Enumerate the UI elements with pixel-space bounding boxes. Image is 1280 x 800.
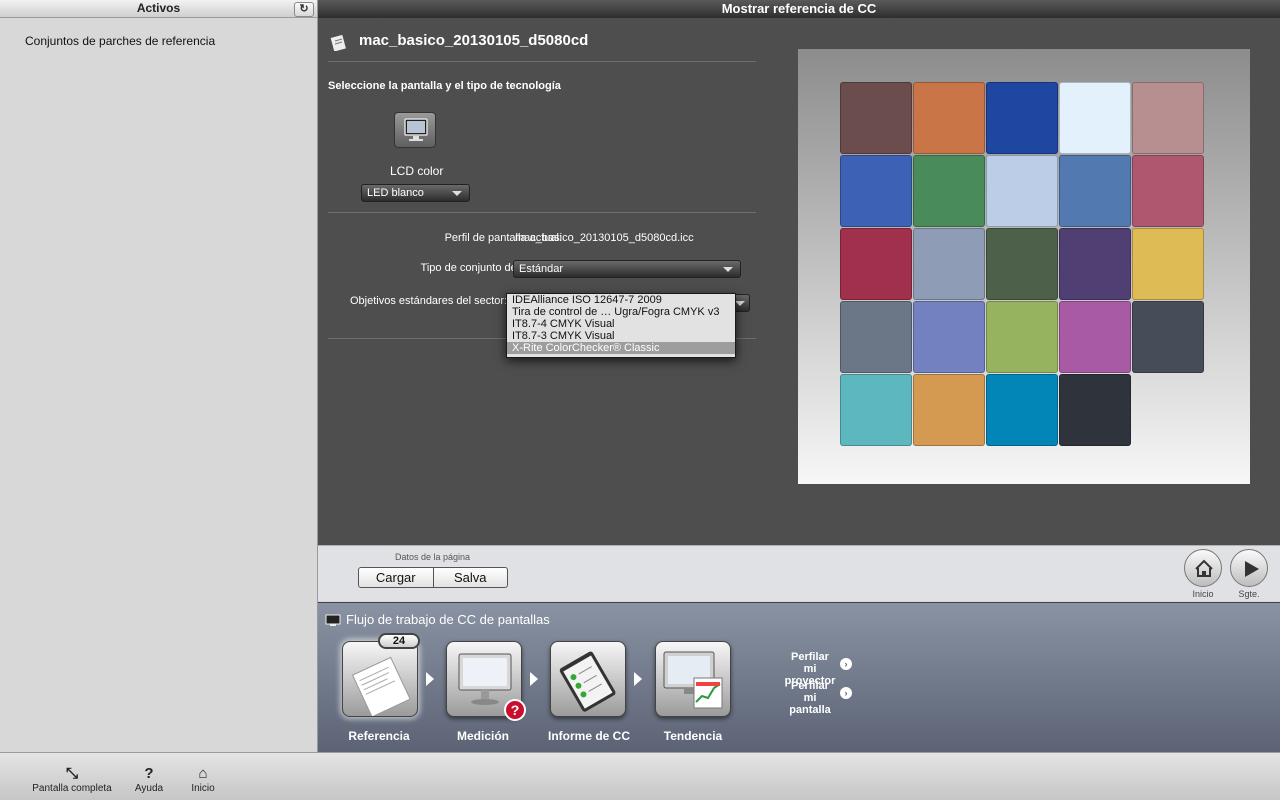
chevron-right-icon <box>426 672 434 686</box>
chevron-right-icon <box>634 672 642 686</box>
home-label: Inicio <box>1192 589 1214 599</box>
home-button[interactable] <box>1184 549 1222 587</box>
color-patch <box>986 155 1058 227</box>
patch-set-value: Estándar <box>519 263 564 275</box>
color-patch <box>840 374 912 446</box>
warning-question-icon: ? <box>504 699 526 721</box>
section-label: Seleccione la pantalla y el tipo de tecn… <box>328 80 561 92</box>
window-title: Mostrar referencia de CC <box>318 0 1280 18</box>
step-label-qc-report: Informe de CC <box>547 729 630 743</box>
color-patch <box>840 82 912 154</box>
monitor-button[interactable] <box>394 112 436 148</box>
chevron-down-icon <box>452 191 462 196</box>
menu-item[interactable]: IDEAlliance ISO 12647-7 2009 <box>507 294 735 306</box>
industry-targets-menu: IDEAlliance ISO 12647-7 2009 Tira de con… <box>506 293 736 358</box>
play-icon <box>1245 561 1259 577</box>
expand-icon: ⤡ <box>65 765 78 782</box>
refresh-icon[interactable]: ↻ <box>294 2 314 17</box>
divider <box>328 61 756 62</box>
color-patch <box>1132 82 1204 154</box>
color-checker-preview <box>798 49 1250 484</box>
divider <box>328 212 756 213</box>
home-icon: ⌂ <box>198 765 208 782</box>
home-toolbar-button[interactable]: ⌂ Inicio <box>188 765 218 794</box>
chevron-down-icon <box>723 267 733 272</box>
step-label-measurement: Medición <box>456 729 509 743</box>
color-patch <box>986 374 1058 446</box>
chevron-down-icon <box>735 301 745 306</box>
color-patch <box>1059 301 1131 373</box>
step-trend[interactable] <box>655 641 731 717</box>
display-type-label: LCD color <box>390 164 444 178</box>
step-label-trend: Tendencia <box>663 729 723 743</box>
sidebar-item-reference-patch-sets[interactable]: Conjuntos de parches de referencia <box>25 34 215 48</box>
color-patch <box>986 82 1058 154</box>
assets-header: Activos ↻ <box>0 0 317 18</box>
trend-chart-icon <box>663 651 723 709</box>
patch-set-dropdown[interactable]: Estándar <box>513 260 741 278</box>
color-patch <box>1059 82 1131 154</box>
step-reference[interactable] <box>342 641 418 717</box>
menu-item[interactable]: IT8.7-3 CMYK Visual <box>507 330 735 342</box>
reference-document-icon <box>351 656 411 716</box>
color-patch <box>1132 301 1204 373</box>
menu-item[interactable]: IT8.7-4 CMYK Visual <box>507 318 735 330</box>
arrow-right-icon[interactable]: › <box>840 687 852 699</box>
color-patch <box>913 301 985 373</box>
help-label: Ayuda <box>134 783 164 794</box>
color-patch <box>1132 155 1204 227</box>
color-patch <box>840 155 912 227</box>
next-button[interactable] <box>1230 549 1268 587</box>
current-profile-value: mac_basico_20130105_d5080cd.icc <box>515 232 694 244</box>
workflow-title: Flujo de trabajo de CC de pantallas <box>346 612 550 627</box>
color-patch <box>840 301 912 373</box>
arrow-right-icon[interactable]: › <box>840 658 852 670</box>
bottom-toolbar: ⤡ Pantalla completa ? Ayuda ⌂ Inicio <box>0 752 1280 800</box>
load-button[interactable]: Cargar <box>359 568 433 587</box>
question-icon: ? <box>144 765 154 782</box>
step-qc-report[interactable] <box>550 641 626 717</box>
monitor-icon <box>325 614 341 626</box>
color-patch <box>913 82 985 154</box>
document-icon <box>330 34 346 51</box>
help-button[interactable]: ? Ayuda <box>134 765 164 794</box>
color-patch <box>1132 228 1204 300</box>
color-patch <box>913 374 985 446</box>
reference-count-badge: 24 <box>378 633 420 649</box>
page-data-buttons: Cargar Salva <box>358 567 508 588</box>
profile-display-link[interactable]: Perfilar mi pantalla <box>784 680 836 716</box>
profile-title: mac_basico_20130105_d5080cd <box>359 32 589 49</box>
clipboard-check-icon <box>559 651 616 712</box>
menu-item-selected[interactable]: X-Rite ColorChecker® Classic <box>507 342 735 354</box>
color-patch <box>986 228 1058 300</box>
color-patch <box>840 228 912 300</box>
fullscreen-label: Pantalla completa <box>32 783 112 794</box>
chevron-right-icon <box>530 672 538 686</box>
page-data-bar: Datos de la página Cargar Salva Inicio S… <box>318 545 1280 601</box>
backlight-dropdown[interactable]: LED blanco <box>361 184 470 202</box>
menu-item[interactable]: Tira de control de … Ugra/Fogra CMYK v3 <box>507 306 735 318</box>
home-toolbar-label: Inicio <box>191 783 215 794</box>
fullscreen-button[interactable]: ⤡ Pantalla completa <box>32 765 112 794</box>
home-icon <box>1195 559 1213 577</box>
color-patch <box>913 155 985 227</box>
main-content: mac_basico_20130105_d5080cd Seleccione l… <box>318 18 1280 545</box>
next-label: Sgte. <box>1238 589 1260 599</box>
color-patch <box>986 301 1058 373</box>
save-button[interactable]: Salva <box>432 568 508 587</box>
page-data-label: Datos de la página <box>395 552 471 562</box>
color-patch <box>1059 228 1131 300</box>
color-patch <box>1059 374 1131 446</box>
workflow-panel: Flujo de trabajo de CC de pantallas 24 ? <box>318 602 1280 752</box>
step-label-reference: Referencia <box>348 729 410 743</box>
monitor-icon <box>404 118 428 141</box>
color-patch <box>1059 155 1131 227</box>
assets-panel: Activos ↻ Conjuntos de parches de refere… <box>0 0 318 752</box>
backlight-value: LED blanco <box>367 187 424 199</box>
industry-targets-label: Objetivos estándares del sector: <box>350 295 508 307</box>
color-patch <box>913 228 985 300</box>
assets-title: Activos <box>136 1 181 15</box>
